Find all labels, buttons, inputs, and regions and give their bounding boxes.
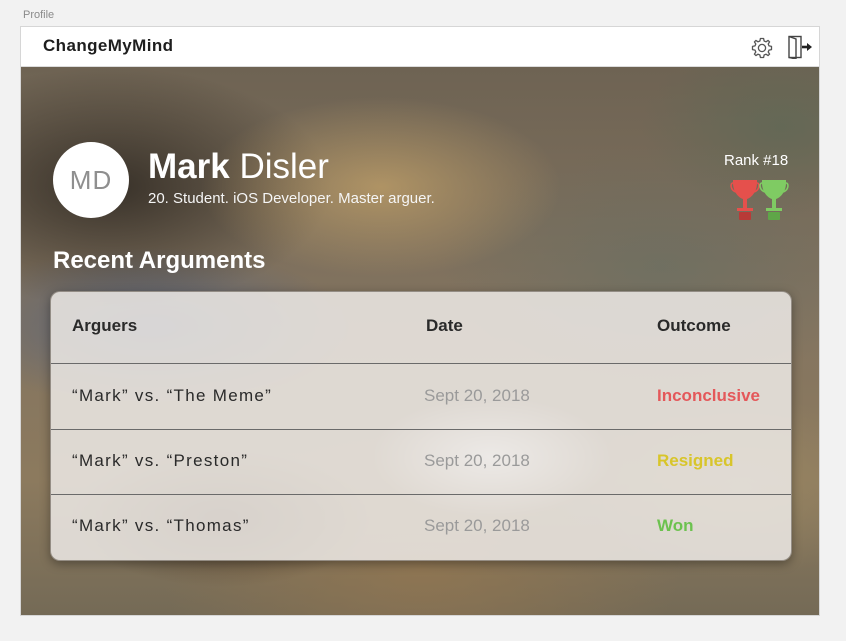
rank-label: Rank #18: [724, 152, 789, 169]
gear-icon[interactable]: [750, 36, 774, 60]
row-arguers: “Mark” vs. “Preston”: [72, 451, 249, 470]
avatar[interactable]: MD: [53, 142, 129, 218]
profile-bio: 20. Student. iOS Developer. Master argue…: [148, 190, 435, 207]
row-date: Sept 20, 2018: [424, 386, 530, 405]
blurred-background-photo: MD Mark Disler 20. Student. iOS Develope…: [21, 67, 819, 615]
table-row[interactable]: “Mark” vs. “Preston” Sept 20, 2018 Resig…: [51, 429, 791, 495]
column-header-date[interactable]: Date: [426, 316, 463, 336]
profile-name: Mark Disler: [148, 147, 329, 187]
trophy-icon: [759, 180, 789, 220]
trophies: [730, 180, 789, 220]
first-name: Mark: [148, 147, 230, 186]
top-bar: ChangeMyMind: [21, 27, 819, 67]
column-header-outcome[interactable]: Outcome: [657, 316, 731, 336]
row-date: Sept 20, 2018: [424, 451, 530, 470]
table-row[interactable]: “Mark” vs. “The Meme” Sept 20, 2018 Inco…: [51, 364, 791, 430]
trophy-icon: [730, 180, 760, 220]
section-title: Recent Arguments: [53, 247, 266, 274]
last-name: Disler: [239, 147, 329, 186]
row-outcome: Won: [657, 516, 694, 535]
artboard-label: Profile: [23, 9, 55, 21]
column-header-arguers[interactable]: Arguers: [72, 316, 137, 336]
row-arguers: “Mark” vs. “The Meme”: [72, 386, 273, 405]
table-header: Arguers Date Outcome: [51, 292, 791, 364]
row-outcome: Inconclusive: [657, 386, 760, 405]
table-row[interactable]: “Mark” vs. “Thomas” Sept 20, 2018 Won: [51, 494, 791, 559]
row-date: Sept 20, 2018: [424, 516, 530, 535]
row-outcome: Resigned: [657, 451, 734, 470]
profile-screen: ChangeMyMind MD Mark Disler 20. Student.…: [20, 26, 820, 616]
row-arguers: “Mark” vs. “Thomas”: [72, 516, 250, 535]
app-brand[interactable]: ChangeMyMind: [43, 36, 173, 56]
arguments-table: Arguers Date Outcome “Mark” vs. “The Mem…: [50, 291, 792, 561]
logout-icon[interactable]: [787, 35, 813, 59]
